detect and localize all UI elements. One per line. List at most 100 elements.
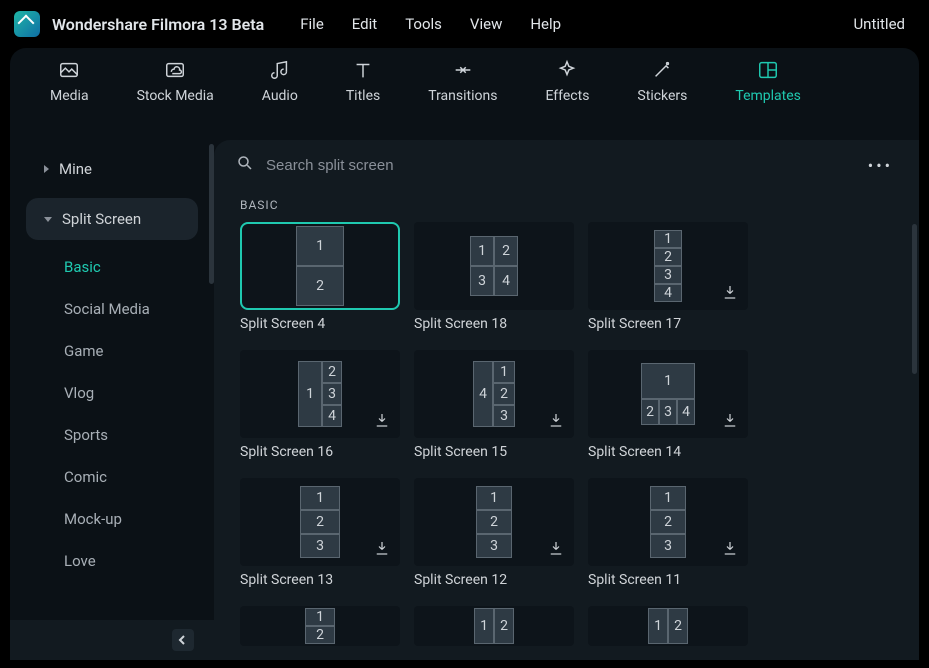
- template-thumb: 1 234: [240, 350, 400, 438]
- download-icon[interactable]: [373, 411, 391, 429]
- tab-label: Templates: [735, 88, 801, 104]
- download-icon[interactable]: [721, 411, 739, 429]
- tab-label: Transitions: [428, 88, 497, 104]
- template-thumb: 12: [240, 606, 400, 646]
- text-icon: [350, 58, 376, 82]
- music-icon: [267, 58, 293, 82]
- sidebar-item-comic[interactable]: Comic: [10, 456, 214, 498]
- template-card-partial-1[interactable]: 12: [240, 606, 400, 646]
- cloud-icon: [162, 58, 188, 82]
- template-card-ss17[interactable]: 1234 Split Screen 17: [588, 222, 748, 332]
- main-panel: ••• BASIC 12 Split Screen 4 1234: [214, 140, 919, 660]
- titlebar: Wondershare Filmora 13 Beta File Edit To…: [0, 0, 929, 48]
- search-input[interactable]: [266, 157, 856, 174]
- project-name[interactable]: Untitled: [853, 15, 905, 33]
- tab-label: Effects: [545, 88, 589, 104]
- download-icon[interactable]: [547, 539, 565, 557]
- sidebar-item-love[interactable]: Love: [10, 540, 214, 582]
- template-card-ss16[interactable]: 1 234 Split Screen 16: [240, 350, 400, 460]
- download-icon[interactable]: [373, 539, 391, 557]
- collapse-sidebar-button[interactable]: [172, 629, 194, 651]
- sidebar-item-social-media[interactable]: Social Media: [10, 288, 214, 330]
- tab-titles[interactable]: Titles: [346, 58, 380, 140]
- menu-tools[interactable]: Tools: [405, 15, 442, 33]
- template-thumb: 12: [414, 606, 574, 646]
- wand-icon: [649, 58, 675, 82]
- caret-right-icon: [44, 165, 49, 173]
- template-label: Split Screen 11: [588, 572, 748, 588]
- download-icon[interactable]: [721, 283, 739, 301]
- tab-label: Audio: [262, 88, 298, 104]
- template-thumb: 1234: [588, 222, 748, 310]
- template-thumb: 14 23: [414, 350, 574, 438]
- template-thumb: 12: [588, 606, 748, 646]
- section-title: BASIC: [214, 186, 919, 222]
- sidebar-item-vlog[interactable]: Vlog: [10, 372, 214, 414]
- menu-view[interactable]: View: [470, 15, 502, 33]
- template-thumb: 12: [240, 222, 400, 310]
- tab-stickers[interactable]: Stickers: [637, 58, 687, 140]
- menu-file[interactable]: File: [300, 15, 324, 33]
- main-scrollbar[interactable]: [912, 224, 917, 374]
- template-card-ss15[interactable]: 14 23 Split Screen 15: [414, 350, 574, 460]
- sidebar-section-split-screen[interactable]: Split Screen: [26, 198, 198, 240]
- sidebar-section-mine[interactable]: Mine: [26, 148, 198, 190]
- tab-label: Media: [50, 88, 89, 104]
- caret-down-icon: [44, 217, 52, 222]
- template-card-partial-3[interactable]: 12: [588, 606, 748, 646]
- template-card-ss12[interactable]: 123 Split Screen 12: [414, 478, 574, 588]
- sparkle-icon: [554, 58, 580, 82]
- template-label: Split Screen 17: [588, 316, 748, 332]
- template-label: Split Screen 13: [240, 572, 400, 588]
- top-tabs: Media Stock Media Audio Titles Transitio…: [10, 48, 919, 140]
- template-thumb: 123: [240, 478, 400, 566]
- search-row: •••: [214, 140, 919, 186]
- template-card-partial-2[interactable]: 12: [414, 606, 574, 646]
- menu-edit[interactable]: Edit: [352, 15, 377, 33]
- chevron-left-icon: [178, 635, 188, 645]
- template-thumb: 123: [414, 478, 574, 566]
- templates-grid: 12 Split Screen 4 1234 Split Screen 18: [214, 222, 919, 656]
- download-icon[interactable]: [721, 539, 739, 557]
- template-label: Split Screen 4: [240, 316, 400, 332]
- template-card-ss13[interactable]: 123 Split Screen 13: [240, 478, 400, 588]
- template-label: Split Screen 16: [240, 444, 400, 460]
- sidebar-footer: [10, 620, 214, 660]
- templates-icon: [755, 58, 781, 82]
- sidebar-section-label: Split Screen: [62, 210, 141, 228]
- template-thumb: 1234: [414, 222, 574, 310]
- tab-label: Stock Media: [137, 88, 214, 104]
- sidebar-subnav: Basic Social Media Game Vlog Sports Comi…: [10, 246, 214, 620]
- template-label: Split Screen 18: [414, 316, 574, 332]
- template-card-ss11[interactable]: 123 Split Screen 11: [588, 478, 748, 588]
- more-options-button[interactable]: •••: [868, 156, 893, 175]
- template-thumb: 123: [588, 478, 748, 566]
- sidebar-item-sports[interactable]: Sports: [10, 414, 214, 456]
- tab-effects[interactable]: Effects: [545, 58, 589, 140]
- sidebar-item-basic[interactable]: Basic: [10, 246, 214, 288]
- template-label: Split Screen 14: [588, 444, 748, 460]
- body: Mine Split Screen Basic Social Media Gam…: [10, 140, 919, 660]
- tab-label: Titles: [346, 88, 380, 104]
- search-icon: [236, 154, 254, 176]
- tab-transitions[interactable]: Transitions: [428, 58, 497, 140]
- template-card-ss4[interactable]: 12 Split Screen 4: [240, 222, 400, 332]
- tab-stock-media[interactable]: Stock Media: [137, 58, 214, 140]
- sidebar-item-game[interactable]: Game: [10, 330, 214, 372]
- template-thumb: 1 234: [588, 350, 748, 438]
- sidebar: Mine Split Screen Basic Social Media Gam…: [10, 140, 214, 660]
- sidebar-section-label: Mine: [59, 160, 92, 178]
- download-icon[interactable]: [547, 411, 565, 429]
- tab-audio[interactable]: Audio: [262, 58, 298, 140]
- tab-label: Stickers: [637, 88, 687, 104]
- template-card-ss18[interactable]: 1234 Split Screen 18: [414, 222, 574, 332]
- tab-templates[interactable]: Templates: [735, 58, 801, 140]
- sidebar-item-mock-up[interactable]: Mock-up: [10, 498, 214, 540]
- template-label: Split Screen 12: [414, 572, 574, 588]
- tab-media[interactable]: Media: [50, 58, 89, 140]
- menu-help[interactable]: Help: [530, 15, 561, 33]
- template-label: Split Screen 15: [414, 444, 574, 460]
- transitions-icon: [450, 58, 476, 82]
- app-logo-icon: [14, 11, 40, 37]
- template-card-ss14[interactable]: 1 234 Split Screen 14: [588, 350, 748, 460]
